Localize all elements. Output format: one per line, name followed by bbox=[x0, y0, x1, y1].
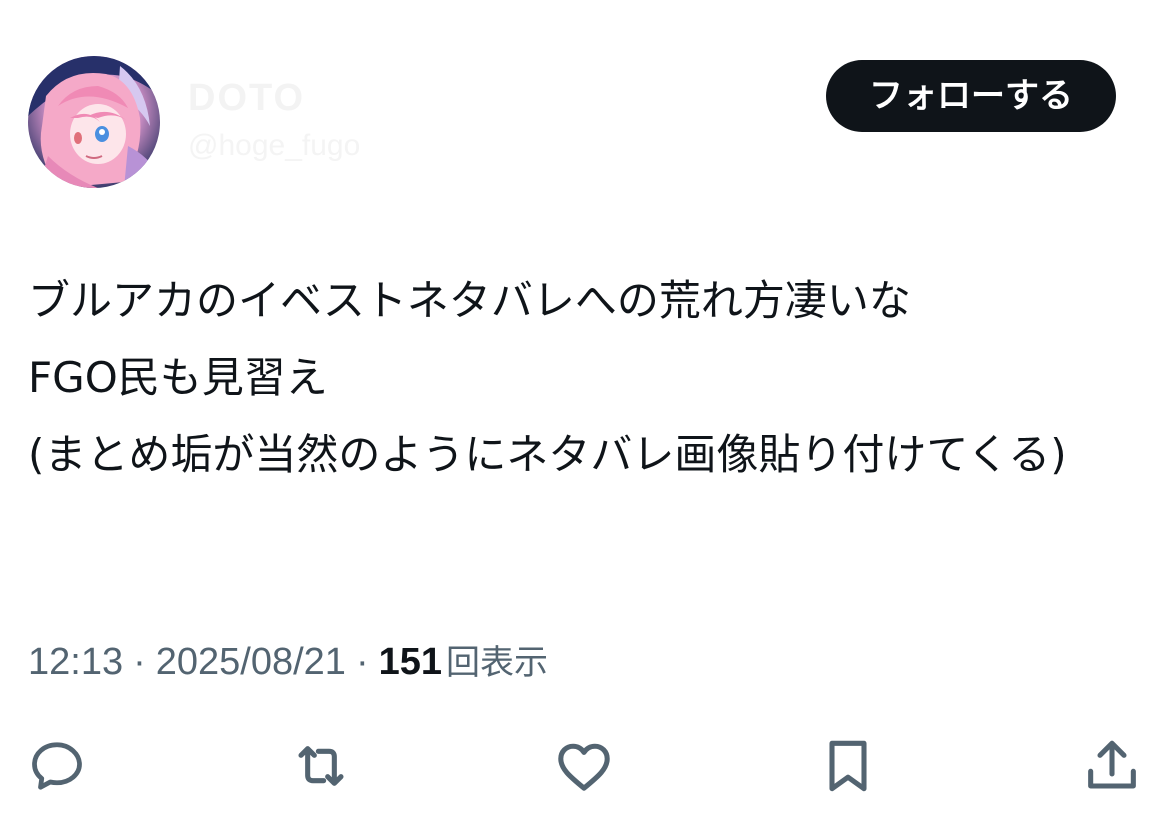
avatar-image bbox=[28, 56, 160, 188]
tweet-meta: 12:13 · 2025/08/21 · 151 回表示 bbox=[28, 636, 548, 688]
retweet-button[interactable] bbox=[289, 734, 353, 798]
like-button[interactable] bbox=[552, 734, 616, 798]
action-bar bbox=[0, 734, 1170, 798]
tweet-time[interactable]: 12:13 bbox=[28, 641, 123, 683]
views-label: 回表示 bbox=[446, 643, 548, 683]
bookmark-button[interactable] bbox=[816, 734, 880, 798]
views-count: 151 bbox=[378, 641, 442, 683]
author-display-name[interactable]: DOTO bbox=[188, 76, 360, 120]
reply-icon bbox=[32, 742, 82, 790]
meta-separator: · bbox=[355, 641, 369, 683]
tweet-date[interactable]: 2025/08/21 bbox=[156, 641, 346, 683]
tweet-card: DOTO @hoge_fugo フォローする ブルアカのイベストネタバレへの荒れ… bbox=[0, 0, 1170, 831]
retweet-icon bbox=[298, 746, 344, 786]
meta-separator: · bbox=[133, 641, 146, 683]
avatar[interactable] bbox=[28, 56, 160, 188]
reply-button[interactable] bbox=[25, 734, 89, 798]
tweet-header: DOTO @hoge_fugo フォローする bbox=[28, 56, 1142, 190]
tweet-text: ブルアカのイベストネタバレへの荒れ方凄いな FGO民も見習え (まとめ垢が当然の… bbox=[28, 276, 1067, 479]
author-handle[interactable]: @hoge_fugo bbox=[188, 128, 360, 164]
share-icon bbox=[1088, 740, 1136, 789]
author-info[interactable]: DOTO @hoge_fugo bbox=[188, 76, 360, 164]
bookmark-icon bbox=[829, 740, 867, 792]
heart-icon bbox=[558, 743, 610, 791]
share-button[interactable] bbox=[1080, 734, 1144, 798]
follow-button[interactable]: フォローする bbox=[826, 60, 1116, 132]
